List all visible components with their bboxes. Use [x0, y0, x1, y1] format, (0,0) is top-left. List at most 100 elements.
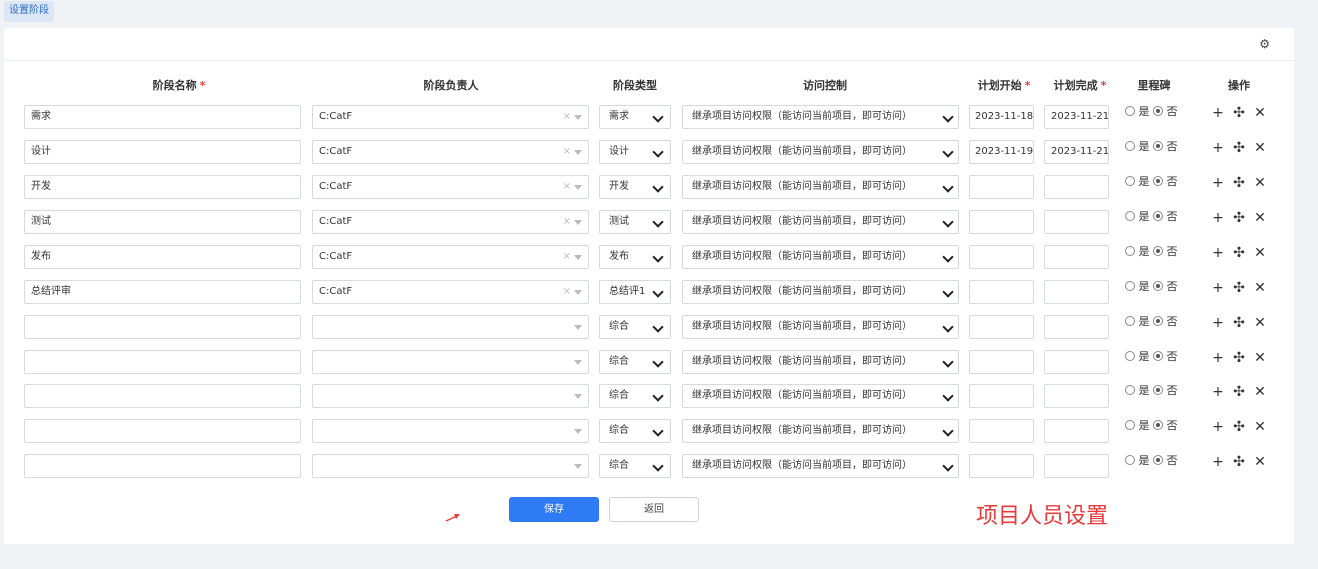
plan-start-input[interactable]: [969, 245, 1034, 269]
clear-icon[interactable]: ×: [563, 211, 571, 233]
close-icon[interactable]: ✕: [1253, 281, 1267, 295]
stage-name-input[interactable]: 发布: [24, 245, 301, 269]
stage-name-input[interactable]: [24, 350, 301, 374]
stage-owner-select[interactable]: C:CatF ×: [312, 175, 589, 199]
stage-type-select[interactable]: 发布: [599, 245, 671, 269]
plus-icon[interactable]: +: [1211, 316, 1225, 330]
access-control-select[interactable]: 继承项目访问权限（能访问当前项目，即可访问）: [682, 245, 959, 269]
move-icon[interactable]: ✣: [1232, 316, 1246, 330]
back-button[interactable]: 返回: [609, 497, 699, 522]
close-icon[interactable]: ✕: [1253, 316, 1267, 330]
tab-set-stage[interactable]: 设置阶段: [4, 1, 54, 22]
plan-end-input[interactable]: [1044, 175, 1109, 199]
plus-icon[interactable]: +: [1211, 176, 1225, 190]
clear-icon[interactable]: ×: [563, 246, 571, 268]
stage-owner-select[interactable]: C:CatF ×: [312, 280, 589, 304]
stage-type-select[interactable]: 测试: [599, 210, 671, 234]
stage-owner-select[interactable]: [312, 454, 589, 478]
stage-owner-select[interactable]: [312, 419, 589, 443]
plan-end-input[interactable]: [1044, 210, 1109, 234]
milestone-no-radio[interactable]: [1153, 141, 1163, 151]
plus-icon[interactable]: +: [1211, 420, 1225, 434]
stage-type-select[interactable]: 综合: [599, 315, 671, 339]
stage-name-input[interactable]: [24, 454, 301, 478]
milestone-yes-radio[interactable]: [1125, 141, 1135, 151]
plan-end-input[interactable]: [1044, 280, 1109, 304]
plan-end-input[interactable]: [1044, 384, 1109, 408]
stage-type-select[interactable]: 开发: [599, 175, 671, 199]
close-icon[interactable]: ✕: [1253, 141, 1267, 155]
access-control-select[interactable]: 继承项目访问权限（能访问当前项目，即可访问）: [682, 454, 959, 478]
plus-icon[interactable]: +: [1211, 281, 1225, 295]
stage-owner-select[interactable]: C:CatF ×: [312, 210, 589, 234]
plus-icon[interactable]: +: [1211, 455, 1225, 469]
milestone-yes-radio[interactable]: [1125, 281, 1135, 291]
access-control-select[interactable]: 继承项目访问权限（能访问当前项目，即可访问）: [682, 315, 959, 339]
clear-icon[interactable]: ×: [563, 141, 571, 163]
stage-name-input[interactable]: 开发: [24, 175, 301, 199]
stage-name-input[interactable]: 需求: [24, 105, 301, 129]
move-icon[interactable]: ✣: [1232, 211, 1246, 225]
close-icon[interactable]: ✕: [1253, 211, 1267, 225]
stage-type-select[interactable]: 综合: [599, 419, 671, 443]
milestone-no-radio[interactable]: [1153, 176, 1163, 186]
move-icon[interactable]: ✣: [1232, 246, 1246, 260]
close-icon[interactable]: ✕: [1253, 385, 1267, 399]
milestone-no-radio[interactable]: [1153, 351, 1163, 361]
clear-icon[interactable]: ×: [563, 176, 571, 198]
access-control-select[interactable]: 继承项目访问权限（能访问当前项目，即可访问）: [682, 350, 959, 374]
access-control-select[interactable]: 继承项目访问权限（能访问当前项目，即可访问）: [682, 210, 959, 234]
access-control-select[interactable]: 继承项目访问权限（能访问当前项目，即可访问）: [682, 140, 959, 164]
plan-end-input[interactable]: [1044, 350, 1109, 374]
stage-name-input[interactable]: 设计: [24, 140, 301, 164]
milestone-no-radio[interactable]: [1153, 420, 1163, 430]
plan-start-input[interactable]: 2023-11-18: [969, 105, 1034, 129]
stage-name-input[interactable]: 测试: [24, 210, 301, 234]
milestone-no-radio[interactable]: [1153, 106, 1163, 116]
access-control-select[interactable]: 继承项目访问权限（能访问当前项目，即可访问）: [682, 105, 959, 129]
clear-icon[interactable]: ×: [563, 106, 571, 128]
milestone-no-radio[interactable]: [1153, 211, 1163, 221]
stage-type-select[interactable]: 总结评1: [599, 280, 671, 304]
plan-end-input[interactable]: 2023-11-21: [1044, 140, 1109, 164]
move-icon[interactable]: ✣: [1232, 351, 1246, 365]
plan-start-input[interactable]: [969, 210, 1034, 234]
move-icon[interactable]: ✣: [1232, 281, 1246, 295]
move-icon[interactable]: ✣: [1232, 385, 1246, 399]
close-icon[interactable]: ✕: [1253, 106, 1267, 120]
milestone-yes-radio[interactable]: [1125, 455, 1135, 465]
stage-owner-select[interactable]: [312, 315, 589, 339]
plan-end-input[interactable]: [1044, 315, 1109, 339]
milestone-no-radio[interactable]: [1153, 246, 1163, 256]
plan-start-input[interactable]: [969, 419, 1034, 443]
close-icon[interactable]: ✕: [1253, 420, 1267, 434]
plan-start-input[interactable]: 2023-11-19: [969, 140, 1034, 164]
stage-name-input[interactable]: [24, 384, 301, 408]
stage-name-input[interactable]: [24, 419, 301, 443]
move-icon[interactable]: ✣: [1232, 106, 1246, 120]
plan-end-input[interactable]: 2023-11-21: [1044, 105, 1109, 129]
move-icon[interactable]: ✣: [1232, 420, 1246, 434]
stage-owner-select[interactable]: C:CatF ×: [312, 140, 589, 164]
plan-start-input[interactable]: [969, 454, 1034, 478]
milestone-no-radio[interactable]: [1153, 455, 1163, 465]
milestone-yes-radio[interactable]: [1125, 176, 1135, 186]
milestone-yes-radio[interactable]: [1125, 351, 1135, 361]
access-control-select[interactable]: 继承项目访问权限（能访问当前项目，即可访问）: [682, 384, 959, 408]
plan-end-input[interactable]: [1044, 454, 1109, 478]
milestone-yes-radio[interactable]: [1125, 246, 1135, 256]
plus-icon[interactable]: +: [1211, 141, 1225, 155]
clear-icon[interactable]: ×: [563, 281, 571, 303]
close-icon[interactable]: ✕: [1253, 176, 1267, 190]
close-icon[interactable]: ✕: [1253, 351, 1267, 365]
plus-icon[interactable]: +: [1211, 106, 1225, 120]
stage-type-select[interactable]: 综合: [599, 454, 671, 478]
stage-name-input[interactable]: [24, 315, 301, 339]
milestone-no-radio[interactable]: [1153, 281, 1163, 291]
stage-name-input[interactable]: 总结评审: [24, 280, 301, 304]
milestone-yes-radio[interactable]: [1125, 211, 1135, 221]
milestone-yes-radio[interactable]: [1125, 385, 1135, 395]
save-button[interactable]: 保存: [509, 497, 599, 522]
access-control-select[interactable]: 继承项目访问权限（能访问当前项目，即可访问）: [682, 280, 959, 304]
stage-type-select[interactable]: 综合: [599, 350, 671, 374]
